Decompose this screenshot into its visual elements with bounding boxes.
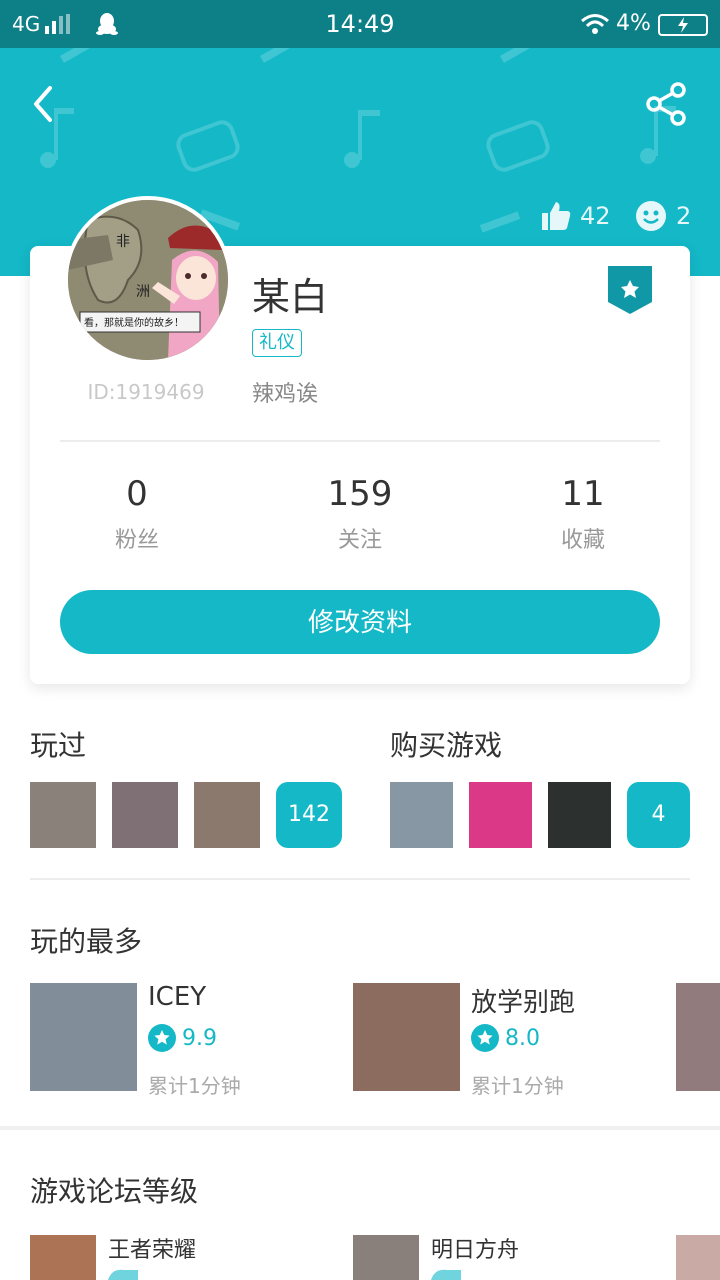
favorites-label: 收藏 bbox=[560, 528, 605, 553]
purchased-thumb[interactable] bbox=[469, 782, 532, 848]
level-badge-icon bbox=[108, 1269, 138, 1280]
game-cover[interactable] bbox=[30, 983, 137, 1091]
thumbs-up-icon bbox=[542, 202, 571, 230]
purchased-thumb[interactable] bbox=[390, 782, 453, 848]
user-id: ID:1919469 bbox=[87, 380, 205, 404]
game-name[interactable]: ICEY bbox=[148, 982, 206, 1012]
star-badge-icon[interactable] bbox=[608, 266, 652, 314]
forum-name[interactable]: 王者荣耀 bbox=[108, 1232, 196, 1264]
avatar[interactable]: 非 洲 看，那就是你的故乡！ bbox=[64, 196, 232, 364]
smile-icon bbox=[636, 201, 666, 231]
game-score: 9.9 bbox=[148, 1024, 217, 1052]
smiles-counter[interactable]: 2 bbox=[636, 198, 691, 234]
fans-count: 0 bbox=[126, 474, 148, 514]
game-score: 8.0 bbox=[471, 1024, 540, 1052]
stat-fans[interactable]: 0 粉丝 bbox=[57, 474, 217, 554]
level-badge-icon bbox=[431, 1269, 461, 1280]
smiles-count: 2 bbox=[676, 202, 692, 230]
most-played-title: 玩的最多 bbox=[30, 925, 143, 958]
played-thumb[interactable] bbox=[194, 782, 260, 848]
edit-profile-button[interactable]: 修改资料 bbox=[60, 590, 660, 654]
star-icon bbox=[148, 1024, 176, 1052]
game-playtime: 累计1分钟 bbox=[471, 1074, 564, 1098]
following-label: 关注 bbox=[337, 528, 382, 553]
fans-label: 粉丝 bbox=[114, 528, 159, 553]
purchased-count-button[interactable]: 4 bbox=[627, 782, 690, 848]
played-thumb[interactable] bbox=[112, 782, 178, 848]
battery-icon bbox=[658, 14, 708, 36]
clock: 14:49 bbox=[325, 10, 395, 38]
section-divider bbox=[30, 878, 690, 880]
wifi-icon bbox=[581, 14, 609, 34]
user-tag[interactable]: 礼仪 bbox=[252, 329, 302, 357]
avatar-caption: 看，那就是你的故乡！ bbox=[84, 316, 184, 329]
game-score-value: 9.9 bbox=[182, 1025, 217, 1051]
stat-following[interactable]: 159 关注 bbox=[280, 474, 440, 554]
section-separator bbox=[0, 1126, 720, 1130]
forum-cover[interactable] bbox=[353, 1235, 419, 1280]
forum-level-title: 游戏论坛等级 bbox=[30, 1175, 199, 1208]
purchased-thumb[interactable] bbox=[548, 782, 611, 848]
avatar-image: 非 洲 看，那就是你的故乡！ bbox=[68, 200, 228, 360]
user-name: 某白 bbox=[252, 275, 329, 319]
back-button[interactable] bbox=[22, 82, 66, 126]
following-count: 159 bbox=[327, 474, 393, 514]
likes-counter[interactable]: 42 bbox=[540, 198, 611, 234]
stat-favorites[interactable]: 11 收藏 bbox=[503, 474, 663, 554]
status-bar: 4G 14:49 4% bbox=[0, 0, 720, 48]
purchased-title[interactable]: 购买游戏 bbox=[390, 724, 502, 764]
game-score-value: 8.0 bbox=[505, 1025, 540, 1051]
forum-cover[interactable] bbox=[30, 1235, 96, 1280]
forum-name[interactable]: 明日方舟 bbox=[431, 1232, 519, 1264]
likes-count: 42 bbox=[580, 202, 611, 230]
avatar-text-1: 非 bbox=[116, 234, 130, 250]
played-thumb[interactable] bbox=[30, 782, 96, 848]
game-cover[interactable] bbox=[676, 983, 720, 1091]
favorites-count: 11 bbox=[561, 474, 605, 514]
share-button[interactable] bbox=[642, 80, 690, 128]
user-nickname: 辣鸡诶 bbox=[252, 382, 319, 407]
played-title[interactable]: 玩过 bbox=[30, 724, 86, 764]
game-name[interactable]: 放学别跑 bbox=[471, 982, 575, 1019]
battery-percent: 4% bbox=[616, 11, 651, 36]
forum-cover[interactable] bbox=[676, 1235, 720, 1280]
played-count-button[interactable]: 142 bbox=[276, 782, 342, 848]
game-playtime: 累计1分钟 bbox=[148, 1074, 241, 1098]
avatar-text-2: 洲 bbox=[136, 284, 150, 300]
card-divider bbox=[60, 440, 660, 442]
star-icon bbox=[471, 1024, 499, 1052]
game-cover[interactable] bbox=[353, 983, 460, 1091]
